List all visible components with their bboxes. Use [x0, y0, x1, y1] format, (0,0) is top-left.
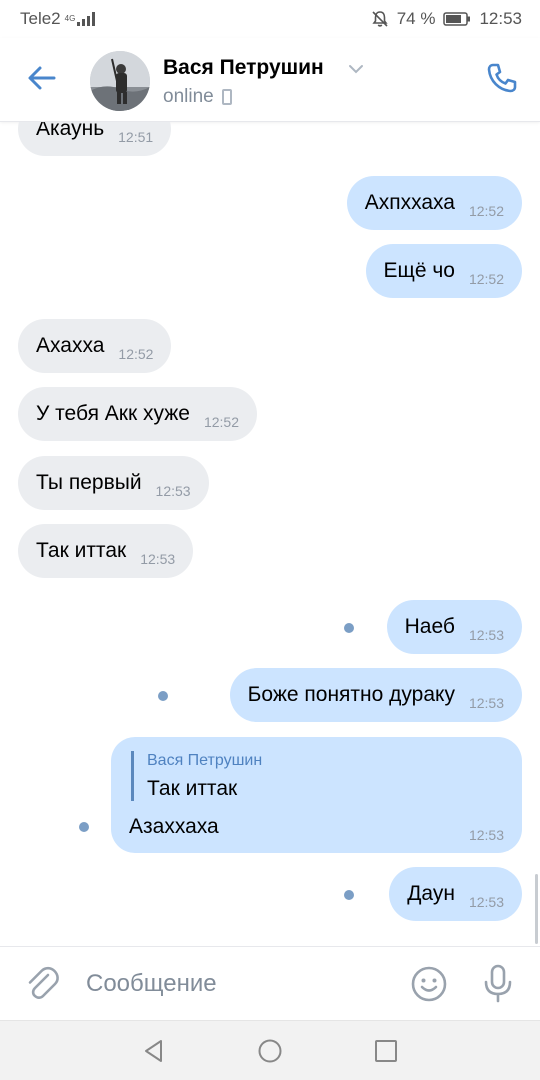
network-type-label: 4G: [64, 14, 76, 23]
message-text: Даун: [407, 882, 455, 905]
message-time: 12:52: [118, 346, 154, 362]
message-text: Ещё чо: [383, 259, 455, 282]
chat-header: Вася Петрушин online: [0, 38, 540, 122]
avatar[interactable]: [90, 51, 150, 111]
nav-home-icon[interactable]: [256, 1037, 284, 1065]
message-time: 12:53: [468, 695, 504, 711]
quote-bar: [131, 751, 134, 801]
paperclip-icon[interactable]: [24, 965, 60, 1003]
arrow-left-icon[interactable]: [24, 60, 60, 96]
message-bubble-outgoing[interactable]: Боже понятно дураку 12:53: [229, 668, 522, 722]
message-text: Ты первый: [36, 471, 142, 494]
message-composer: [0, 946, 540, 1020]
message-text: У тебя Акк хуже: [36, 402, 190, 425]
clock: 12:53: [479, 9, 522, 28]
contact-name[interactable]: Вася Петрушин: [163, 56, 324, 80]
message-text: Акаунь: [36, 122, 105, 140]
message-bubble-incoming[interactable]: Ахахха 12:52: [18, 319, 172, 373]
message-text: Ахпххаха: [364, 191, 455, 214]
quoted-text: Так иттак: [147, 777, 238, 800]
unread-indicator: [158, 691, 168, 701]
message-time: 12:53: [155, 483, 191, 499]
message-input[interactable]: [86, 965, 386, 1003]
battery-icon: [443, 12, 471, 26]
message-list[interactable]: Акаунь 12:51 Ахпххаха 12:52 Ещё чо 12:52…: [0, 122, 540, 946]
message-bubble-outgoing[interactable]: Даун 12:53: [389, 867, 522, 921]
microphone-icon[interactable]: [480, 963, 516, 1003]
message-time: 12:52: [468, 271, 504, 287]
smile-icon[interactable]: [410, 965, 448, 1003]
status-left: Tele2 4G: [20, 9, 95, 29]
status-right: 74 % 12:53: [371, 9, 522, 29]
message-bubble-outgoing[interactable]: Ещё чо 12:52: [365, 244, 522, 298]
message-time: 12:53: [140, 551, 176, 567]
message-time: 12:52: [468, 203, 504, 219]
message-text: Так иттак: [36, 539, 127, 562]
message-time: 12:52: [203, 414, 239, 430]
battery-percent: 74 %: [396, 9, 436, 28]
scrollbar[interactable]: [535, 874, 538, 944]
mute-bell-icon: [372, 11, 388, 27]
message-bubble-incoming[interactable]: Ты первый 12:53: [18, 456, 209, 510]
message-bubble-incoming[interactable]: Так иттак 12:53: [18, 524, 194, 578]
avatar-image: [90, 51, 150, 111]
message-bubble-outgoing-reply[interactable]: Вася Петрушин Так иттак Азаххаха 12:53: [111, 737, 522, 853]
nav-recent-apps-icon[interactable]: [372, 1037, 400, 1065]
message-time: 12:53: [468, 827, 504, 843]
status-bar: Tele2 4G 74 % 12:53: [0, 0, 540, 38]
signal-icon: [76, 12, 95, 26]
status-text: online: [163, 86, 214, 107]
message-time: 12:51: [118, 129, 154, 145]
contact-status: online: [163, 86, 232, 108]
nav-back-icon[interactable]: [140, 1037, 168, 1065]
message-text: Наеб: [404, 615, 455, 638]
message-text: Ахахха: [36, 334, 105, 357]
message-text: Боже понятно дураку: [247, 683, 455, 706]
message-bubble-outgoing[interactable]: Ахпххаха 12:52: [346, 176, 522, 230]
message-time: 12:53: [468, 627, 504, 643]
system-nav-bar: [0, 1020, 540, 1080]
quoted-author[interactable]: Вася Петрушин: [147, 752, 262, 770]
unread-indicator: [79, 822, 89, 832]
unread-indicator: [344, 890, 354, 900]
carrier-label: Tele2: [20, 9, 61, 28]
mobile-device-icon: [221, 89, 232, 105]
message-bubble-incoming[interactable]: Акаунь 12:51: [18, 122, 172, 156]
message-text: Азаххаха: [129, 815, 219, 838]
message-time: 12:53: [468, 894, 504, 910]
message-bubble-outgoing[interactable]: Наеб 12:53: [386, 600, 522, 654]
chevron-down-icon[interactable]: [347, 62, 365, 76]
unread-indicator: [344, 623, 354, 633]
chat-screen: Tele2 4G 74 % 12:53 Вася Петрушин online…: [0, 0, 540, 1080]
phone-icon[interactable]: [484, 60, 520, 96]
message-bubble-incoming[interactable]: У тебя Акк хуже 12:52: [18, 387, 257, 441]
